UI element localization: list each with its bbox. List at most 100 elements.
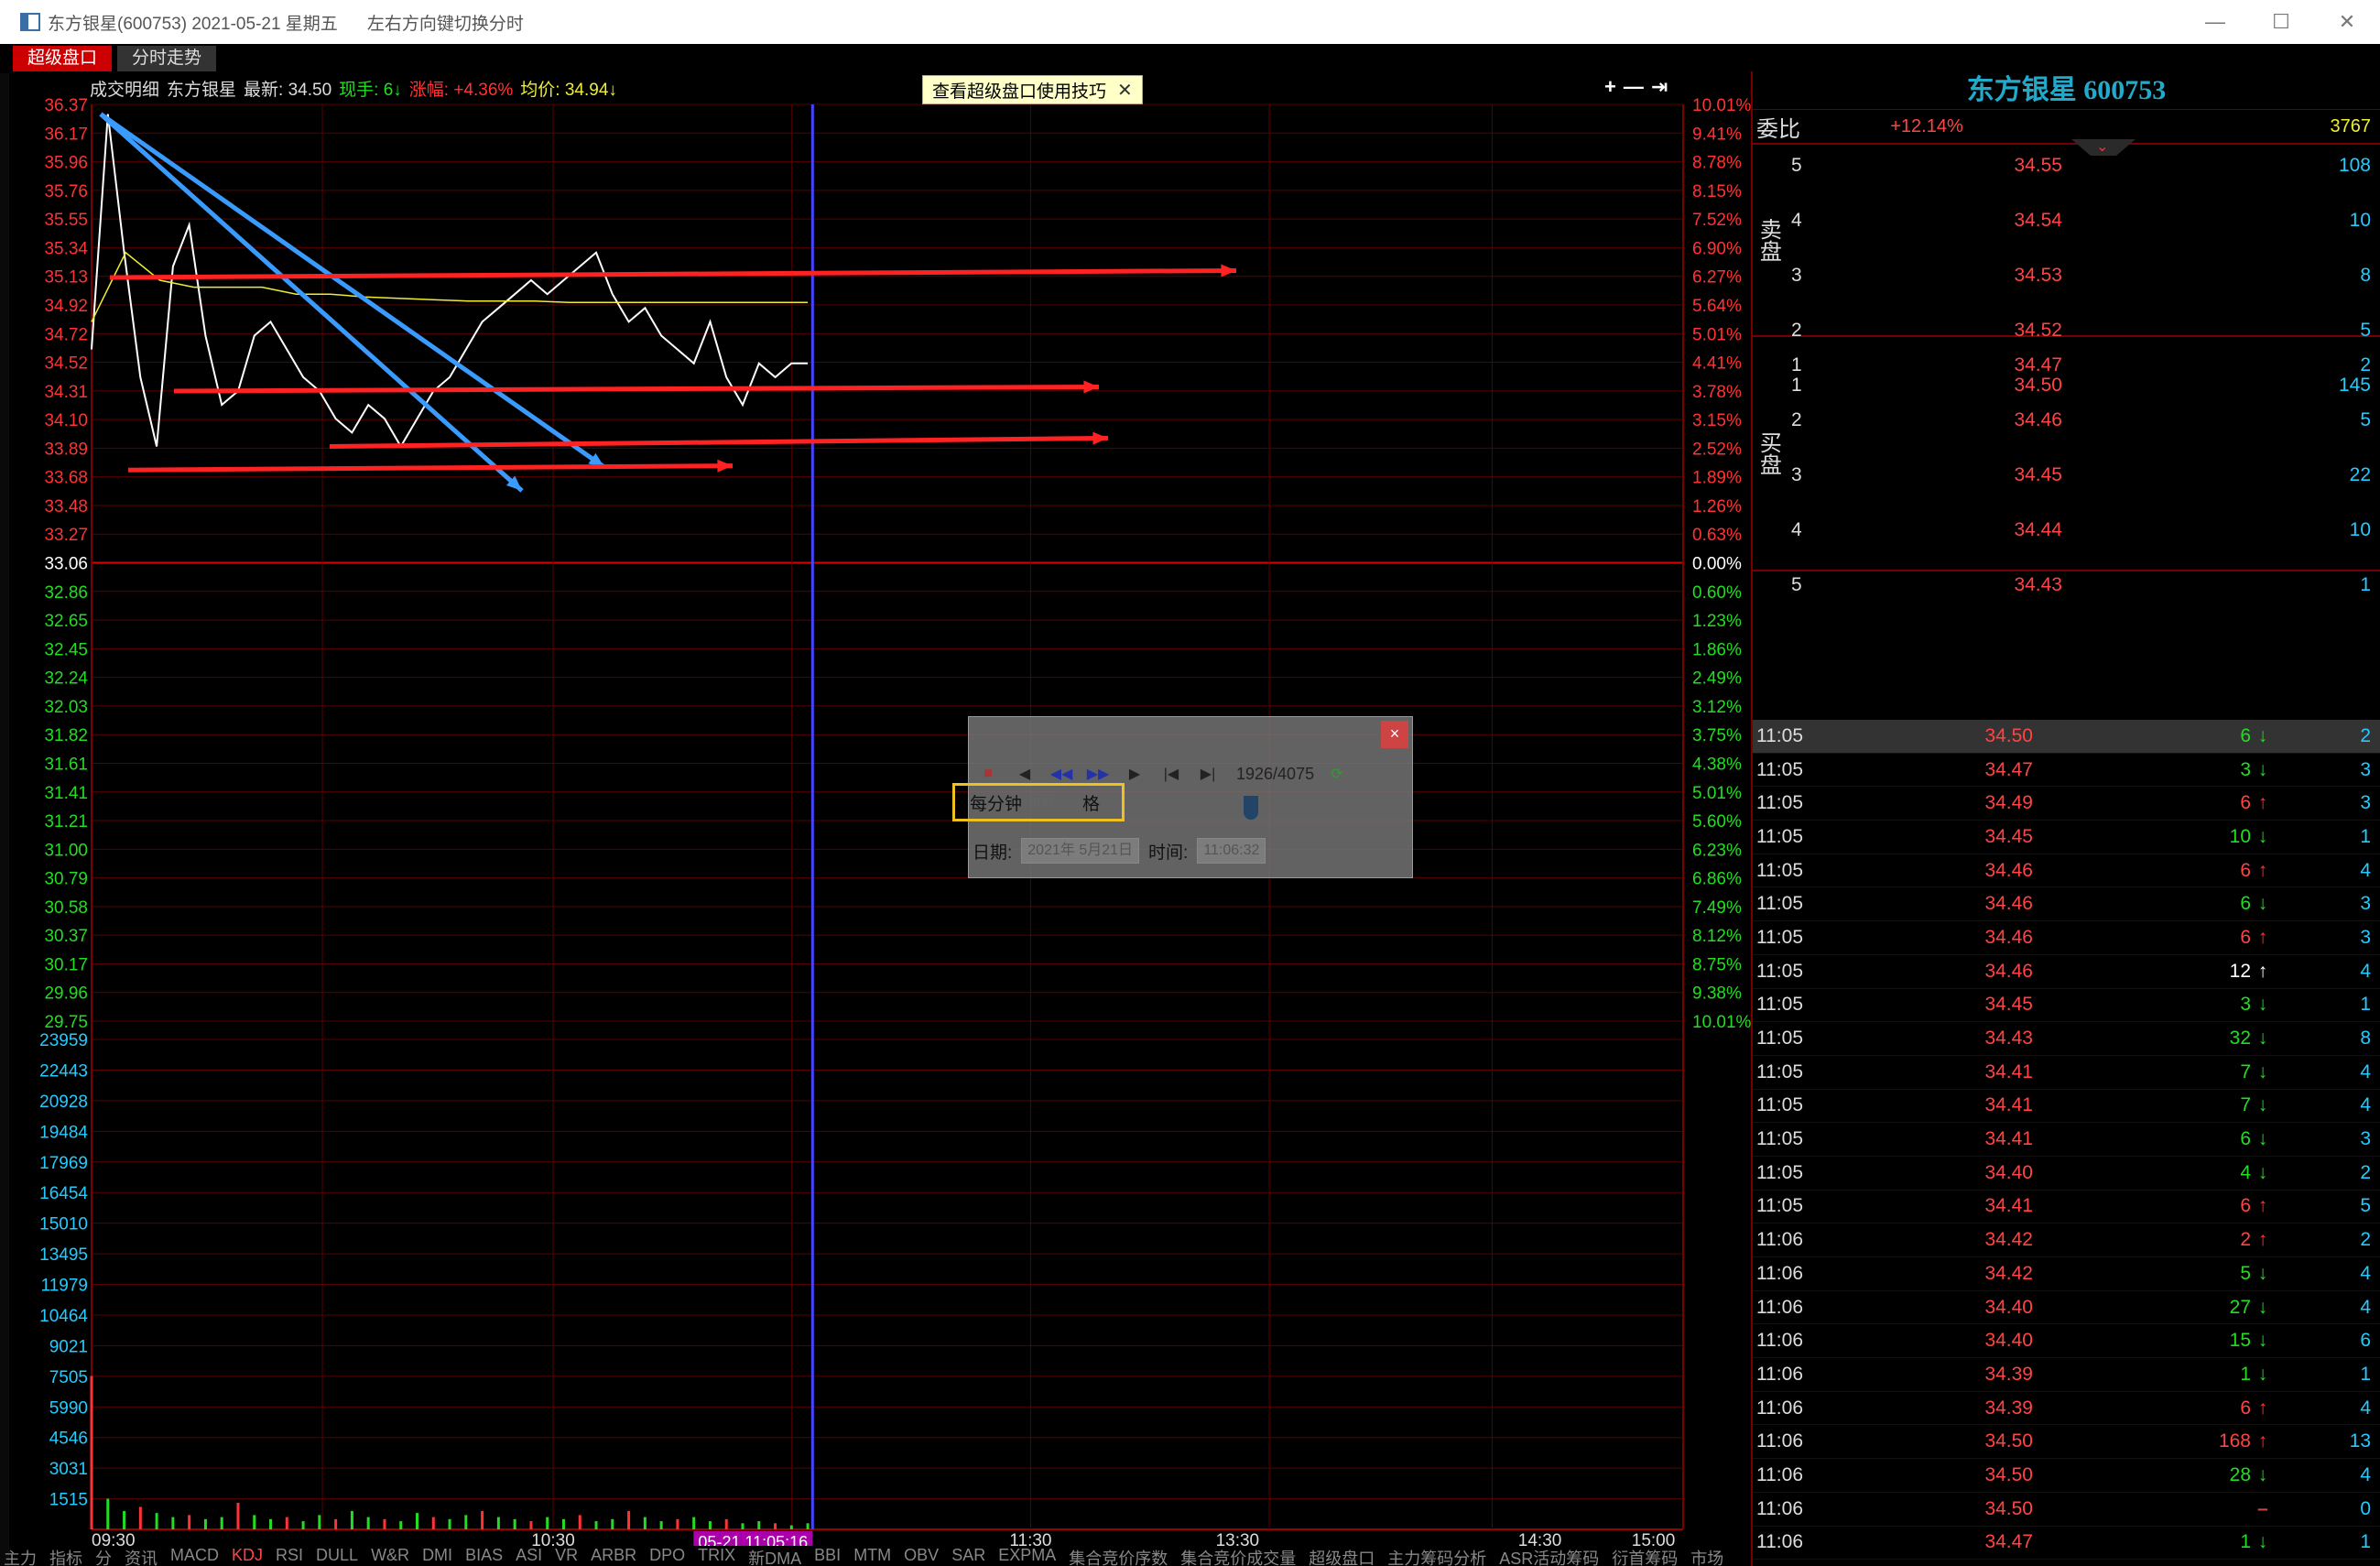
indicator-tab[interactable]: 超级盘口	[1309, 1546, 1375, 1566]
zoom-in-icon[interactable]: +	[1604, 75, 1616, 99]
buy-level[interactable]: 3 34.45 22	[1782, 456, 2380, 495]
expand-icon[interactable]: ⇥	[1651, 75, 1668, 99]
dialog-close-button[interactable]: ×	[1381, 721, 1408, 748]
indicator-tab[interactable]: RSI	[276, 1546, 303, 1566]
buy-level[interactable]: 5 34.43 1	[1782, 566, 2380, 604]
tick-volume-value: 6	[2240, 792, 2251, 814]
maximize-button[interactable]: ☐	[2248, 0, 2314, 44]
speed-input[interactable]	[1029, 791, 1076, 813]
tick-volume-value: 3	[2240, 758, 2251, 780]
indicator-tab[interactable]: ASR活动筹码	[1499, 1546, 1599, 1566]
indicator-tab[interactable]: W&R	[371, 1546, 409, 1566]
tick-row[interactable]: 11:05 34.41 6 ↑ 5	[1753, 1191, 2380, 1224]
tick-row[interactable]: 11:06 34.42 2 ↑ 2	[1753, 1223, 2380, 1257]
indicator-tab[interactable]: MTM	[853, 1546, 891, 1566]
volume-tick-label: 19484	[39, 1123, 88, 1142]
sell-level[interactable]: 4 34.54 10	[1782, 201, 2380, 240]
indicator-tab[interactable]: TRIX	[698, 1546, 735, 1566]
buy-level[interactable]: 2 34.46 5	[1782, 401, 2380, 440]
refresh-icon[interactable]: ⟳	[1323, 762, 1351, 786]
indicator-tab[interactable]: 主力	[4, 1546, 37, 1566]
volume-tick-label: 11979	[41, 1277, 88, 1296]
buy-level[interactable]: 1 34.47 2	[1782, 346, 2380, 385]
speed-slider-handle[interactable]	[1244, 796, 1258, 820]
tick-row[interactable]: 11:05 34.43 32 ↓ 8	[1753, 1022, 2380, 1056]
tab-intraday[interactable]: 分时走势	[117, 46, 217, 71]
indicator-tab[interactable]: 市场	[1690, 1546, 1723, 1566]
tick-row[interactable]: 11:06 34.50 – 0	[1753, 1493, 2380, 1527]
buy-level[interactable]: 4 34.44 10	[1782, 511, 2380, 549]
indicator-tab[interactable]: OBV	[904, 1546, 939, 1566]
tick-row[interactable]: 11:05 34.41 6 ↓ 3	[1753, 1123, 2380, 1157]
tips-close-icon[interactable]: ✕	[1117, 79, 1133, 102]
tick-row[interactable]: 11:06 34.39 1 ↓ 1	[1753, 1358, 2380, 1392]
indicator-tab[interactable]: 集合竞价序数	[1069, 1546, 1168, 1566]
tick-row[interactable]: 11:05 34.41 7 ↓ 4	[1753, 1090, 2380, 1124]
skip-end-icon[interactable]: ▶|	[1194, 762, 1222, 786]
pct-tick-label: 7.52%	[1692, 211, 1742, 230]
indicator-tab[interactable]: KDJ	[232, 1546, 263, 1566]
indicator-tab[interactable]: 主力筹码分析	[1387, 1546, 1486, 1566]
tick-row[interactable]: 11:06 34.47 1 ↓ 1	[1753, 1527, 2380, 1561]
tick-volume-value: 6	[2240, 724, 2251, 746]
tick-price: 34.39	[1984, 1397, 2033, 1419]
tick-row[interactable]: 11:05 34.46 6 ↑ 4	[1753, 854, 2380, 888]
tick-row[interactable]: 11:05 34.46 12 ↑ 4	[1753, 955, 2380, 989]
indicator-tab[interactable]: BIAS	[465, 1546, 503, 1566]
arrow-down-icon: ↓	[2257, 1363, 2268, 1385]
tick-row[interactable]: 11:06 34.50 28 ↓ 4	[1753, 1459, 2380, 1493]
tick-price: 34.47	[1984, 1531, 2033, 1553]
intraday-chart[interactable]: 36.37 10.01% 36.17 9.41% 35.96 8.78% 35.76 8.15…	[9, 73, 1751, 1546]
indicator-tab[interactable]: EXPMA	[998, 1546, 1056, 1566]
indicator-tab[interactable]: DMI	[422, 1546, 452, 1566]
indicator-tab[interactable]: 资讯	[125, 1546, 158, 1566]
tick-row[interactable]: 11:05 34.41 7 ↓ 4	[1753, 1056, 2380, 1090]
tick-row[interactable]: 11:05 34.40 4 ↓ 2	[1753, 1157, 2380, 1191]
indicator-tab[interactable]: 新DMA	[748, 1546, 801, 1566]
tick-row[interactable]: 11:05 34.46 6 ↑ 3	[1753, 921, 2380, 955]
tab-super-order[interactable]: 超级盘口	[13, 46, 113, 71]
tick-row[interactable]: 11:06 34.39 6 ↑ 4	[1753, 1392, 2380, 1426]
window-hint: 左右方向键切换分时	[366, 14, 524, 34]
tick-row[interactable]: 11:06 34.40 15 ↓ 6	[1753, 1324, 2380, 1359]
time-spinner[interactable]: 11:06:32	[1197, 838, 1266, 864]
indicator-tab[interactable]: DULL	[316, 1546, 358, 1566]
indicator-tab[interactable]: DPO	[649, 1546, 685, 1566]
indicator-tab[interactable]: VR	[555, 1546, 578, 1566]
tick-row[interactable]: 11:06 34.50 168 ↑ 13	[1753, 1425, 2380, 1460]
window-title: 东方银星(600753) 2021-05-21 星期五	[48, 14, 338, 34]
tick-row[interactable]: 11:05 34.49 6 ↑ 3	[1753, 787, 2380, 821]
zoom-out-icon[interactable]: —	[1624, 75, 1644, 99]
minimize-button[interactable]: —	[2182, 0, 2248, 44]
tick-time: 11:06	[1756, 1262, 1803, 1284]
sell-level[interactable]: 3 34.53 8	[1782, 256, 2380, 295]
indicator-tab[interactable]: MACD	[170, 1546, 219, 1566]
indicator-tab[interactable]: 分	[95, 1546, 112, 1566]
tick-row[interactable]: 11:05 34.47 3 ↓ 3	[1753, 754, 2380, 788]
indicator-tab[interactable]: ARBR	[591, 1546, 636, 1566]
close-button[interactable]: ✕	[2314, 0, 2380, 44]
tick-row[interactable]: 11:06 34.40 27 ↓ 4	[1753, 1291, 2380, 1325]
tick-row[interactable]: 11:05 34.50 6 ↓ 2	[1753, 720, 2380, 754]
tick-volume-value: 2	[2240, 1229, 2251, 1251]
arrow-down-icon: ↓	[2257, 1028, 2268, 1049]
tips-label[interactable]: 查看超级盘口使用技巧	[932, 78, 1106, 103]
tick-row[interactable]: 11:05 34.45 10 ↓ 1	[1753, 821, 2380, 854]
tick-row[interactable]: 11:06 34.42 5 ↓ 4	[1753, 1257, 2380, 1291]
indicator-tab[interactable]: BBI	[814, 1546, 841, 1566]
tick-price: 34.42	[1984, 1262, 2033, 1284]
play-icon[interactable]: ▶	[1121, 762, 1148, 786]
indicator-tab[interactable]: 衍首筹码	[1612, 1546, 1678, 1566]
tick-row[interactable]: 11:05 34.45 3 ↓ 1	[1753, 989, 2380, 1023]
indicator-tab[interactable]: 集合竞价成交量	[1180, 1546, 1296, 1566]
date-picker[interactable]: 2021年 5月21日	[1021, 838, 1140, 864]
indicator-tab[interactable]: ASI	[516, 1546, 542, 1566]
indicator-tab[interactable]: 指标	[49, 1546, 82, 1566]
tips-banner[interactable]: 查看超级盘口使用技巧 ✕	[922, 75, 1143, 104]
tick-list[interactable]: 11:05 34.50 6 ↓ 2 11:05 34.47 3 ↓ 3 11:05 34.49 6 ↑ 3 1…	[1753, 720, 2380, 1561]
tick-row[interactable]: 11:05 34.46 6 ↓ 3	[1753, 887, 2380, 922]
dash-icon: –	[2257, 1497, 2268, 1519]
indicator-tab[interactable]: SAR	[951, 1546, 985, 1566]
skip-start-icon[interactable]: |◀	[1157, 762, 1185, 786]
sell-level[interactable]: 5 34.55 108	[1782, 147, 2380, 185]
